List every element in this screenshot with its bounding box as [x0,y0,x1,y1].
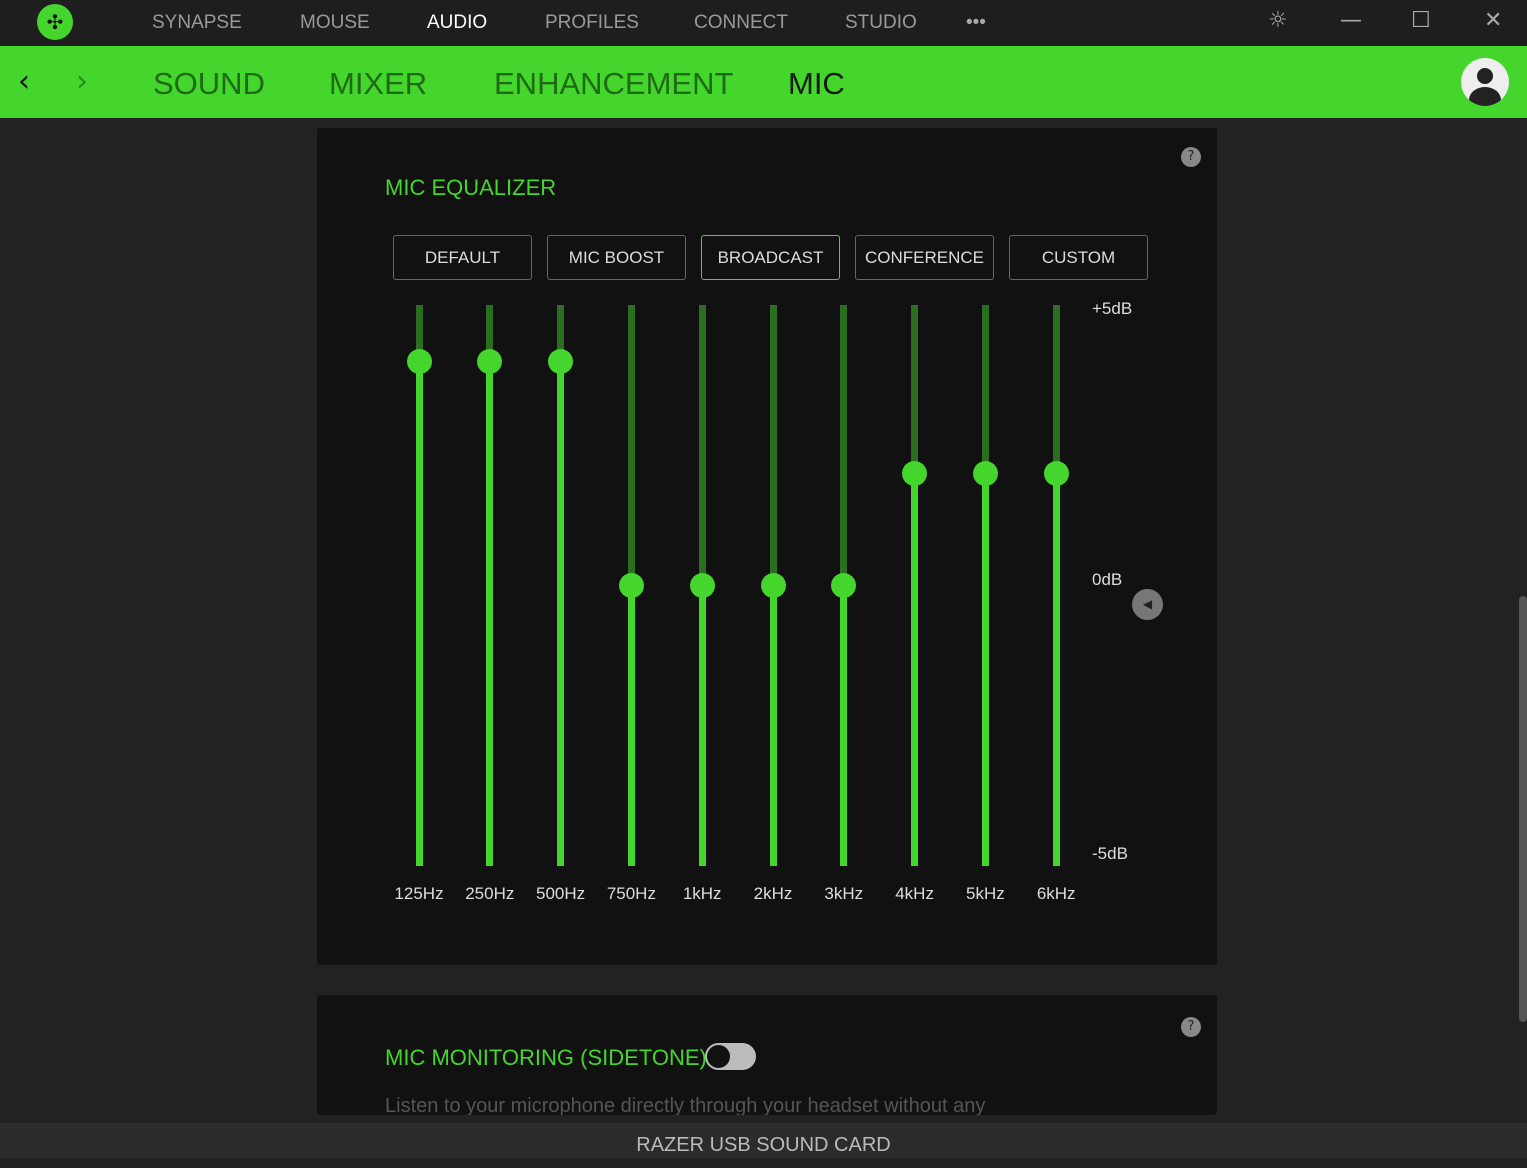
sub-navigation: ‹ › SOUND MIXER ENHANCEMENT MIC [0,46,1527,118]
eq-slider-fill [840,585,848,866]
eq-slider-handle[interactable] [477,348,503,374]
mic-equalizer-panel: ? MIC EQUALIZER DEFAULT MIC BOOST BROADC… [317,128,1217,965]
scrollbar[interactable] [1519,596,1527,1022]
eq-slider-fill [698,585,706,866]
db-zero-label: 0dB [1092,570,1123,589]
avatar[interactable] [1461,58,1509,106]
eq-slider-fill [486,361,494,866]
eq-slider-handle[interactable] [689,573,715,598]
more-icon[interactable]: ••• [966,12,986,34]
eq-slider-handle[interactable] [760,573,786,598]
mic-monitoring-panel: ? MIC MONITORING (SIDETONE) Listen to yo… [317,995,1217,1115]
nav-connect[interactable]: CONNECT [694,12,788,34]
section-title: MIC MONITORING (SIDETONE) [385,1045,707,1070]
nav-synapse[interactable]: SYNAPSE [152,12,242,34]
eq-slider-fill [557,361,565,866]
collapse-icon[interactable]: ◀ [1132,589,1163,620]
razer-logo-icon[interactable]: ✣ [37,4,73,40]
eq-band-label: 500Hz [536,884,586,903]
preset-conference-button[interactable]: CONFERENCE [855,235,994,280]
eq-slider-handle[interactable] [618,573,644,598]
eq-slider-fill [1052,473,1060,866]
eq-slider-fill [981,473,989,866]
eq-slider-handle[interactable] [406,348,432,374]
preset-mic-boost-button[interactable]: MIC BOOST [547,235,686,280]
eq-slider-fill [415,361,423,866]
minimize-button[interactable]: — [1340,8,1362,33]
preset-default-button[interactable]: DEFAULT [393,235,532,280]
eq-band-label: 250Hz [465,884,515,903]
preset-custom-button[interactable]: CUSTOM [1009,235,1148,280]
back-arrow-icon[interactable]: ‹ [18,64,30,99]
eq-band-label: 4kHz [895,884,934,903]
eq-band-label: 6kHz [1036,884,1076,903]
forward-arrow-icon[interactable]: › [76,64,88,99]
eq-band-label: 2kHz [753,884,793,903]
db-max-label: +5dB [1092,299,1133,318]
eq-slider-handle[interactable] [902,460,928,486]
eq-slider-handle[interactable] [548,348,574,374]
tab-sound[interactable]: SOUND [153,66,265,102]
eq-slider-fill [769,585,777,866]
preset-broadcast-button[interactable]: BROADCAST [701,235,840,280]
eq-slider-handle[interactable] [1043,460,1069,486]
eq-slider-handle[interactable] [972,460,998,486]
eq-slider-fill [911,473,919,866]
nav-audio[interactable]: AUDIO [427,12,487,34]
device-name: RAZER USB SOUND CARD [0,1123,1527,1158]
db-min-label: -5dB [1092,844,1128,863]
nav-studio[interactable]: STUDIO [845,12,917,34]
description: Listen to your microphone directly throu… [385,1095,986,1115]
eq-band-label: 750Hz [606,884,656,903]
close-button[interactable]: ✕ [1484,8,1502,33]
section-title: MIC EQUALIZER [385,175,557,200]
tab-enhancement[interactable]: ENHANCEMENT [494,66,733,102]
title-bar: ✣ SYNAPSE MOUSE AUDIO PROFILES CONNECT S… [0,0,1527,46]
sidetone-toggle[interactable] [705,1043,756,1070]
maximize-button[interactable]: ☐ [1411,8,1431,33]
help-icon[interactable]: ? [1181,147,1201,167]
nav-mouse[interactable]: MOUSE [300,12,370,34]
tab-mic[interactable]: MIC [788,66,845,102]
tab-mixer[interactable]: MIXER [329,66,427,102]
nav-profiles[interactable]: PROFILES [545,12,639,34]
help-icon[interactable]: ? [1181,1017,1201,1037]
eq-band-label: 5kHz [966,884,1005,903]
eq-slider-handle[interactable] [831,573,857,598]
eq-band-label: 1kHz [682,884,722,903]
gear-icon[interactable]: ☼ [1268,8,1288,33]
eq-band-label: 3kHz [824,884,864,903]
eq-slider-fill [627,585,635,866]
eq-band-label: 125Hz [394,884,444,903]
